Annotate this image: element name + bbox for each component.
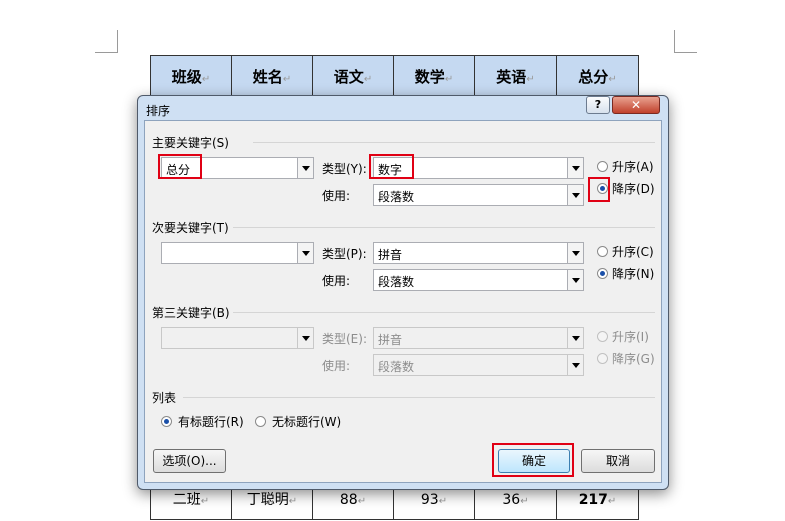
secondary-use-label: 使用: [322, 274, 351, 288]
secondary-key-select[interactable] [161, 242, 314, 264]
primary-type-select[interactable]: 数字 [373, 157, 584, 179]
chevron-down-icon [567, 270, 583, 290]
chevron-down-icon [567, 355, 583, 375]
table-header-cell: 姓名↵ [231, 55, 313, 97]
primary-ascending-radio[interactable] [597, 161, 608, 172]
secondary-key-group-label: 次要关键字(T) [152, 221, 229, 235]
group-divider [233, 227, 655, 228]
tertiary-use-select[interactable]: 段落数 [373, 354, 584, 376]
secondary-type-select[interactable]: 拼音 [373, 242, 584, 264]
tertiary-ascending-radio[interactable] [597, 331, 608, 342]
secondary-use-select[interactable]: 段落数 [373, 269, 584, 291]
secondary-descending-label: 降序(N) [612, 267, 655, 281]
chevron-down-icon [297, 243, 313, 263]
group-divider [183, 397, 655, 398]
options-button[interactable]: 选项(O)... [153, 449, 226, 473]
ok-button[interactable]: 确定 [498, 449, 570, 473]
primary-descending-label: 降序(D) [612, 182, 655, 196]
list-group-label: 列表 [152, 391, 177, 405]
no-header-row-label: 无标题行(W) [272, 415, 342, 429]
close-button[interactable]: ✕ [612, 96, 660, 114]
table-header-cell: 数学↵ [393, 55, 475, 97]
tertiary-descending-radio[interactable] [597, 353, 608, 364]
primary-use-select[interactable]: 段落数 [373, 184, 584, 206]
chevron-down-icon [567, 158, 583, 178]
chevron-down-icon [567, 185, 583, 205]
cancel-button[interactable]: 取消 [581, 449, 655, 473]
has-header-row-radio[interactable] [161, 416, 172, 427]
group-divider [233, 312, 655, 313]
tertiary-ascending-label: 升序(I) [612, 330, 649, 344]
chevron-down-icon [567, 243, 583, 263]
secondary-type-label: 类型(P): [322, 247, 367, 261]
primary-ascending-label: 升序(A) [612, 160, 654, 174]
group-divider [253, 142, 655, 143]
tertiary-key-select[interactable] [161, 327, 314, 349]
secondary-ascending-radio[interactable] [597, 246, 608, 257]
primary-use-label: 使用: [322, 189, 351, 203]
page-corner-mark-right [674, 30, 697, 53]
sort-dialog: 排序 ? ✕ 主要关键字(S) 总分 类型(Y): 数字 使用: 段落数 升序(… [137, 95, 669, 490]
tertiary-key-group-label: 第三关键字(B) [152, 306, 230, 320]
table-header-cell: 英语↵ [474, 55, 557, 97]
primary-type-label: 类型(Y): [322, 162, 367, 176]
page-corner-mark-left [95, 30, 118, 53]
help-button[interactable]: ? [586, 96, 610, 114]
chevron-down-icon [567, 328, 583, 348]
dialog-body: 主要关键字(S) 总分 类型(Y): 数字 使用: 段落数 升序(A) 降序(D… [144, 120, 662, 483]
primary-key-group-label: 主要关键字(S) [152, 136, 229, 150]
table-header-cell: 语文↵ [312, 55, 394, 97]
dialog-title: 排序 [146, 104, 171, 118]
table-header-cell: 班级↵ [150, 55, 232, 97]
primary-descending-radio[interactable] [597, 183, 608, 194]
primary-key-select[interactable]: 总分 [161, 157, 314, 179]
chevron-down-icon [297, 158, 313, 178]
tertiary-descending-label: 降序(G) [612, 352, 655, 366]
secondary-descending-radio[interactable] [597, 268, 608, 279]
secondary-ascending-label: 升序(C) [612, 245, 654, 259]
no-header-row-radio[interactable] [255, 416, 266, 427]
tertiary-use-label: 使用: [322, 359, 351, 373]
tertiary-type-label: 类型(E): [322, 332, 367, 346]
tertiary-type-select[interactable]: 拼音 [373, 327, 584, 349]
close-icon: ✕ [630, 98, 642, 112]
help-icon: ? [594, 98, 602, 111]
table-header-cell: 总分↵ [556, 55, 639, 97]
has-header-row-label: 有标题行(R) [178, 415, 244, 429]
chevron-down-icon [297, 328, 313, 348]
